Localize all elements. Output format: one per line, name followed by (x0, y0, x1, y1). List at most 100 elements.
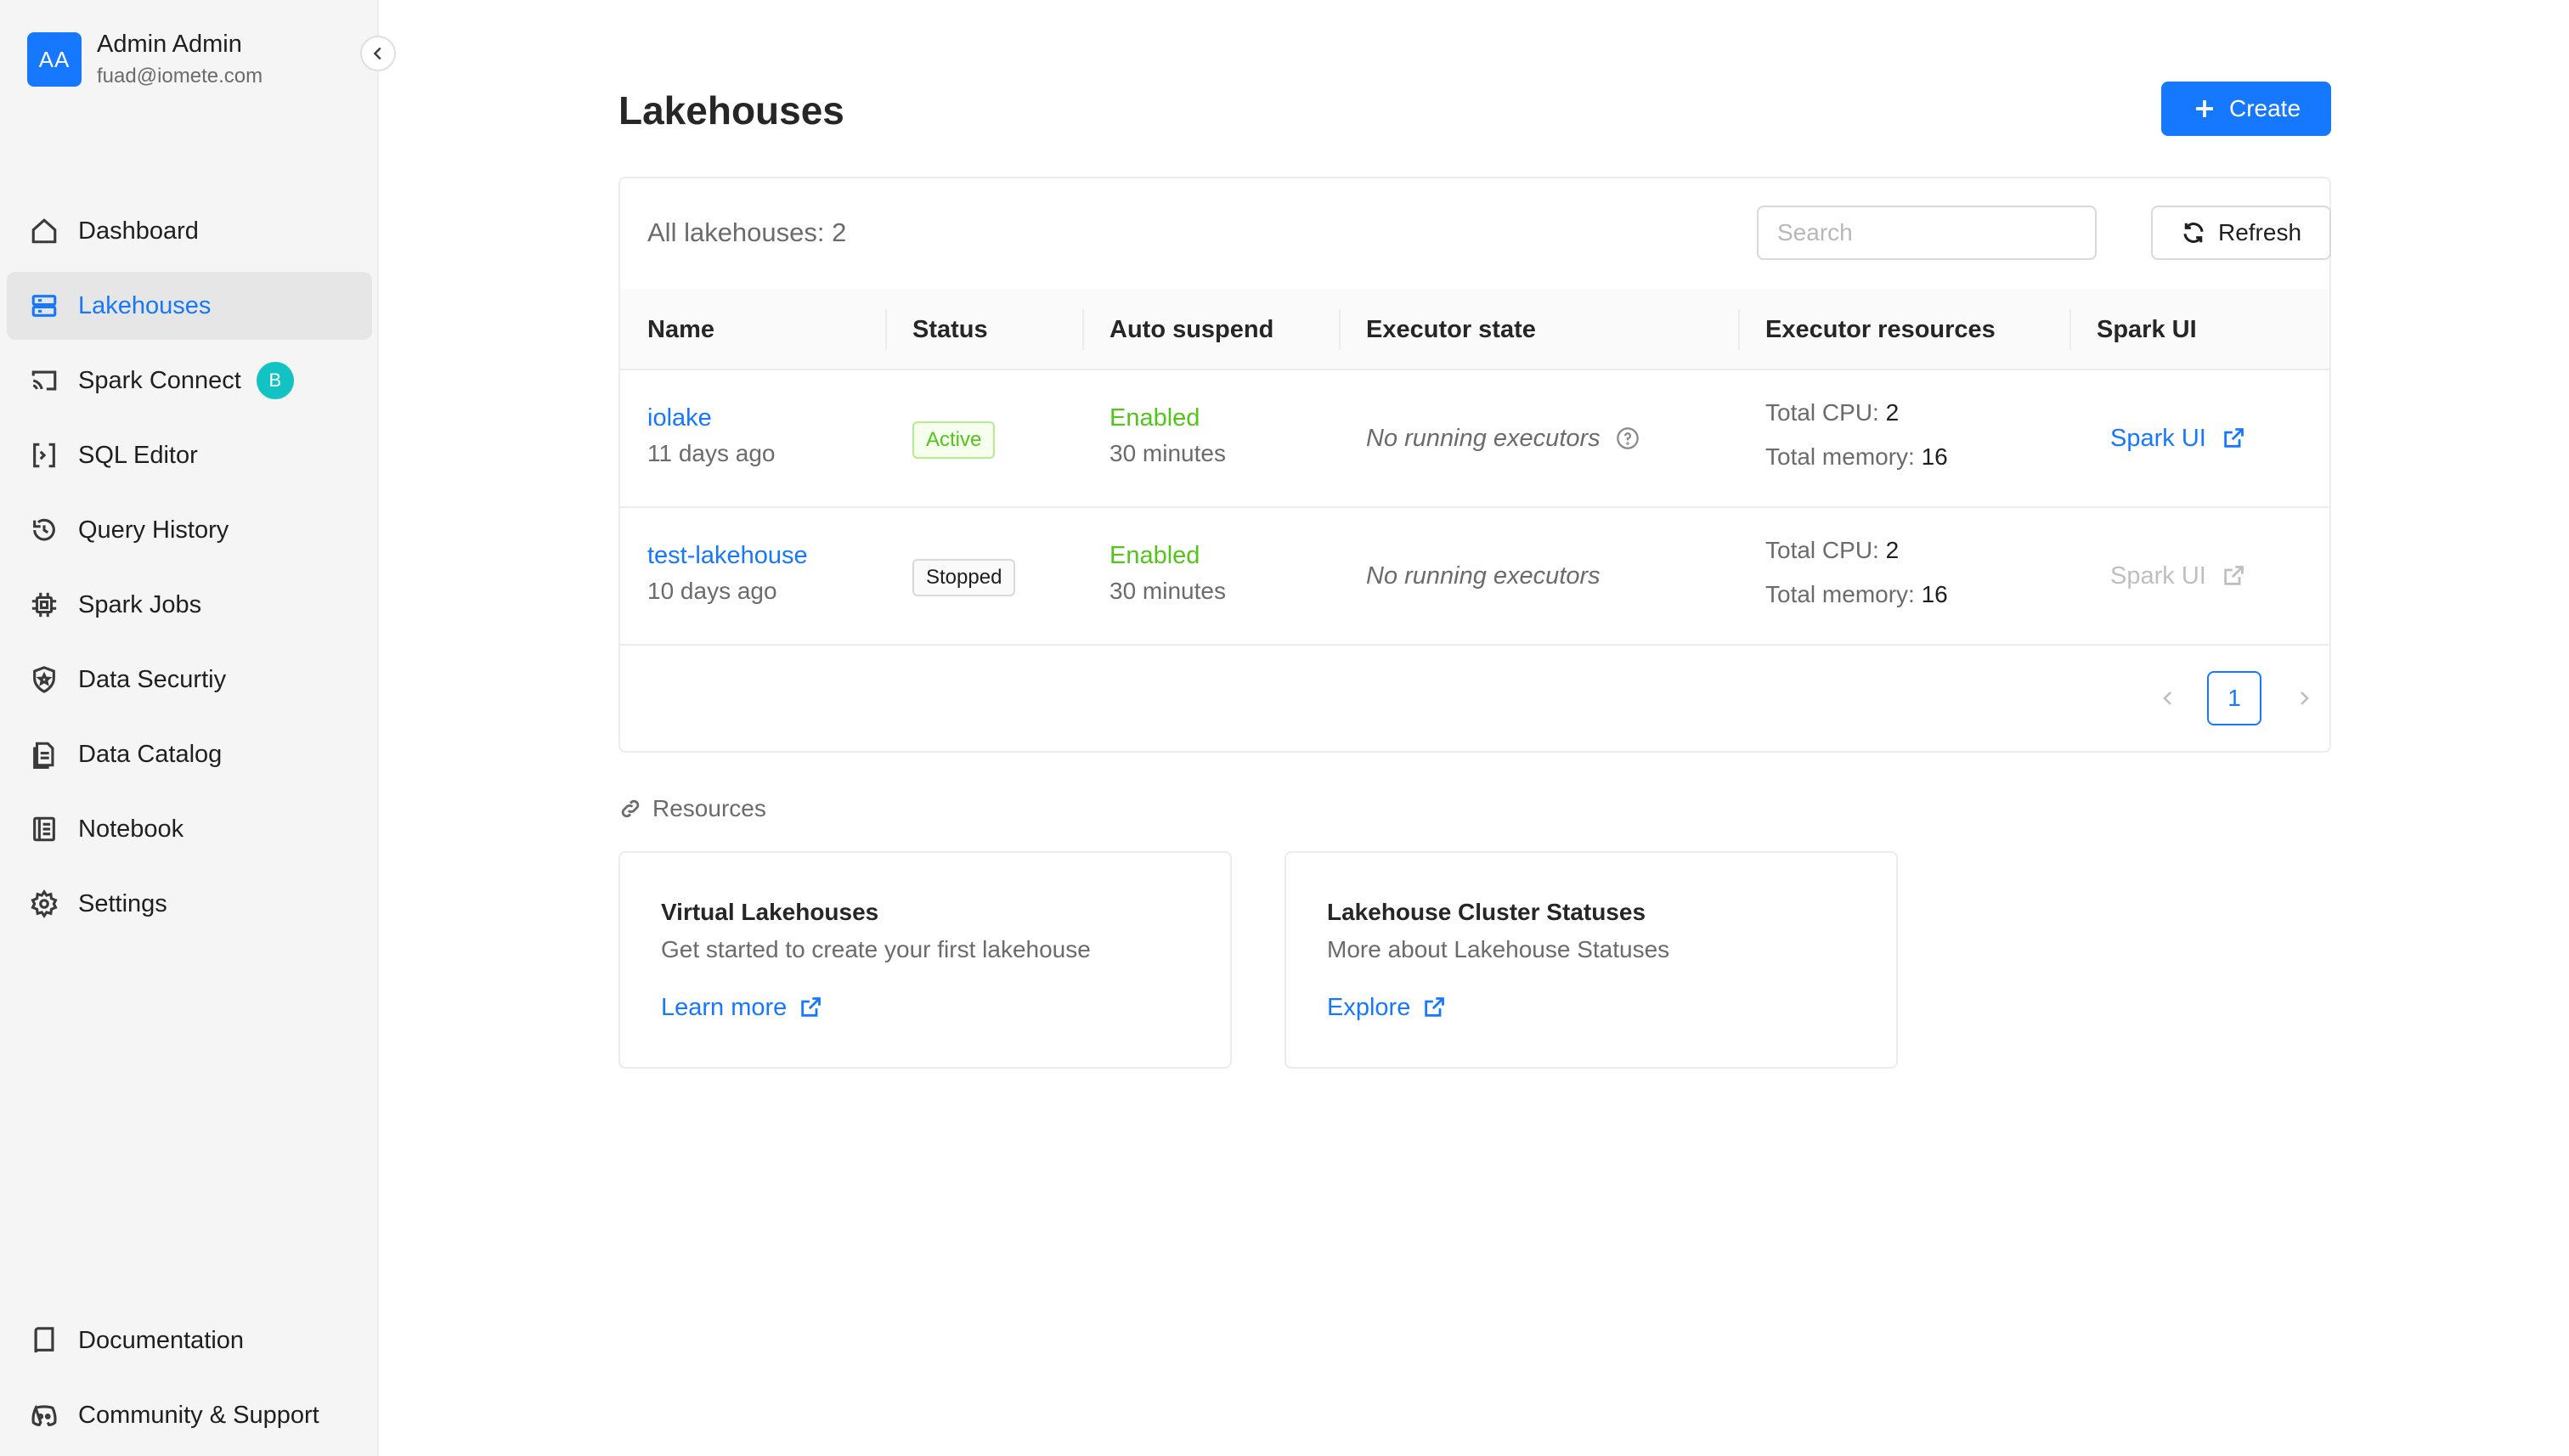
total-memory-value: 16 (1921, 581, 1948, 607)
notebook-icon (29, 814, 59, 844)
column-header-executor-state[interactable]: Executor state (1366, 289, 1536, 370)
external-link-icon (2224, 428, 2244, 448)
resource-card-title: Lakehouse Cluster Statuses (1327, 899, 1646, 925)
status-badge: Stopped (912, 559, 1016, 596)
resource-card-cluster-statuses: Lakehouse Cluster Statuses More about La… (1284, 851, 1898, 1069)
column-header-auto-suspend[interactable]: Auto suspend (1109, 289, 1273, 370)
resources-heading: Resources (618, 795, 766, 822)
chevron-left-icon (373, 47, 381, 60)
table-row: iolake 11 days ago Active Enabled 30 min… (620, 370, 2329, 508)
sidebar-item-label: Query History (78, 516, 229, 544)
learn-more-link[interactable]: Learn more (661, 989, 1189, 1026)
sidebar-item-spark-connect[interactable]: Spark Connect B (7, 347, 372, 415)
sidebar-item-documentation[interactable]: Documentation (7, 1306, 372, 1374)
user-name: Admin Admin (97, 31, 242, 58)
sidebar-item-label: Settings (78, 889, 167, 917)
resources-title: Resources (652, 795, 766, 821)
spark-ui-link[interactable]: Spark UI (2110, 420, 2245, 457)
resource-card-title: Virtual Lakehouses (661, 899, 879, 925)
lakehouse-name-link[interactable]: test-lakehouse (647, 539, 808, 573)
link-icon (621, 799, 640, 818)
status-cell: Active (912, 421, 996, 459)
sidebar-item-community-support[interactable]: Community & Support (7, 1381, 372, 1449)
table-header: Name Status Auto suspend Executor state … (620, 289, 2329, 370)
status-badge: Active (912, 421, 996, 459)
question-circle-icon[interactable] (1616, 426, 1640, 450)
sidebar-item-sql-editor[interactable]: SQL Editor (7, 421, 372, 489)
resource-card-description: More about Lakehouse Statuses (1327, 936, 1670, 962)
server-icon (29, 291, 59, 321)
history-icon (29, 515, 59, 545)
sidebar: AA Admin Admin fuad@iomete.com Dashboard… (0, 0, 379, 1456)
search-input[interactable] (1757, 206, 2097, 260)
create-button-label: Create (2228, 95, 2301, 121)
column-divider (885, 309, 887, 350)
sidebar-item-notebook[interactable]: Notebook (7, 795, 372, 863)
sidebar-item-query-history[interactable]: Query History (7, 496, 372, 564)
auto-suspend-cell: Enabled 30 minutes (1109, 401, 1226, 472)
spark-ui-cell: Spark UI (2110, 420, 2245, 457)
create-button[interactable]: Create (2161, 82, 2331, 136)
sidebar-item-data-catalog[interactable]: Data Catalog (7, 720, 372, 788)
executor-state-cell: No running executors (1366, 557, 1601, 595)
column-header-executor-resources[interactable]: Executor resources (1765, 289, 1996, 370)
executor-state-text: No running executors (1366, 425, 1601, 452)
total-cpu-label: Total CPU: (1765, 537, 1879, 563)
page-number-button[interactable]: 1 (2207, 671, 2261, 725)
collapse-sidebar-button[interactable] (360, 36, 396, 71)
book-icon (29, 1325, 59, 1356)
sidebar-item-label: Spark Jobs (78, 590, 202, 618)
lakehouse-name-cell: iolake 11 days ago (647, 401, 776, 472)
spark-ui-label: Spark UI (2110, 425, 2206, 452)
column-header-spark-ui[interactable]: Spark UI (2097, 289, 2197, 370)
total-memory: Total memory: 16 (1765, 573, 1948, 617)
sidebar-item-spark-jobs[interactable]: Spark Jobs (7, 571, 372, 639)
pagination: 1 (620, 671, 2329, 725)
lakehouse-age: 10 days ago (647, 578, 777, 604)
previous-page-button[interactable] (2148, 678, 2188, 719)
sidebar-item-label: Spark Connect (78, 366, 241, 394)
column-header-name[interactable]: Name (647, 289, 714, 370)
column-divider (1082, 309, 1084, 350)
external-link-icon (801, 997, 822, 1017)
spark-ui-link-disabled: Spark UI (2110, 557, 2245, 595)
user-profile[interactable]: AA Admin Admin fuad@iomete.com (27, 27, 263, 92)
lakehouse-age: 11 days ago (647, 440, 776, 466)
gear-icon (29, 889, 59, 919)
total-cpu-value: 2 (1885, 537, 1900, 563)
cast-icon (29, 365, 59, 396)
spark-ui-label: Spark UI (2110, 562, 2206, 590)
next-page-button[interactable] (2284, 678, 2324, 719)
avatar: AA (27, 32, 82, 87)
user-email: fuad@iomete.com (97, 65, 263, 87)
resource-card-virtual-lakehouses: Virtual Lakehouses Get started to create… (618, 851, 1232, 1069)
explore-link[interactable]: Explore (1327, 989, 1855, 1026)
sidebar-item-data-security[interactable]: Data Securtiy (7, 646, 372, 714)
chevron-right-icon (2301, 691, 2309, 705)
sql-editor-icon (29, 440, 59, 471)
lakehouse-name-link[interactable]: iolake (647, 401, 776, 435)
auto-suspend-status: Enabled (1109, 404, 1200, 432)
page-title: Lakehouses (618, 88, 844, 133)
sidebar-item-label: Dashboard (78, 217, 199, 245)
chip-icon (29, 590, 59, 620)
plus-icon (2195, 100, 2213, 117)
sidebar-item-lakehouses[interactable]: Lakehouses (7, 272, 372, 340)
column-divider (1738, 309, 1740, 350)
external-link-icon (2224, 566, 2244, 585)
auto-suspend-time: 30 minutes (1109, 440, 1226, 466)
sidebar-bottom-nav: Documentation Community & Support (7, 1306, 372, 1456)
sidebar-item-dashboard[interactable]: Dashboard (7, 197, 372, 265)
refresh-icon (2183, 223, 2204, 243)
total-memory: Total memory: 16 (1765, 435, 1948, 479)
auto-suspend-time: 30 minutes (1109, 578, 1226, 604)
sidebar-item-settings[interactable]: Settings (7, 870, 372, 938)
sidebar-item-label: Data Catalog (78, 740, 223, 768)
executor-resources-cell: Total CPU: 2 Total memory: 16 (1765, 528, 1948, 617)
total-memory-label: Total memory: (1765, 443, 1915, 470)
refresh-button[interactable]: Refresh (2151, 206, 2331, 260)
column-header-status[interactable]: Status (912, 289, 988, 370)
home-icon (29, 216, 59, 246)
spark-ui-cell: Spark UI (2110, 557, 2245, 595)
sidebar-item-label: Notebook (78, 815, 184, 843)
